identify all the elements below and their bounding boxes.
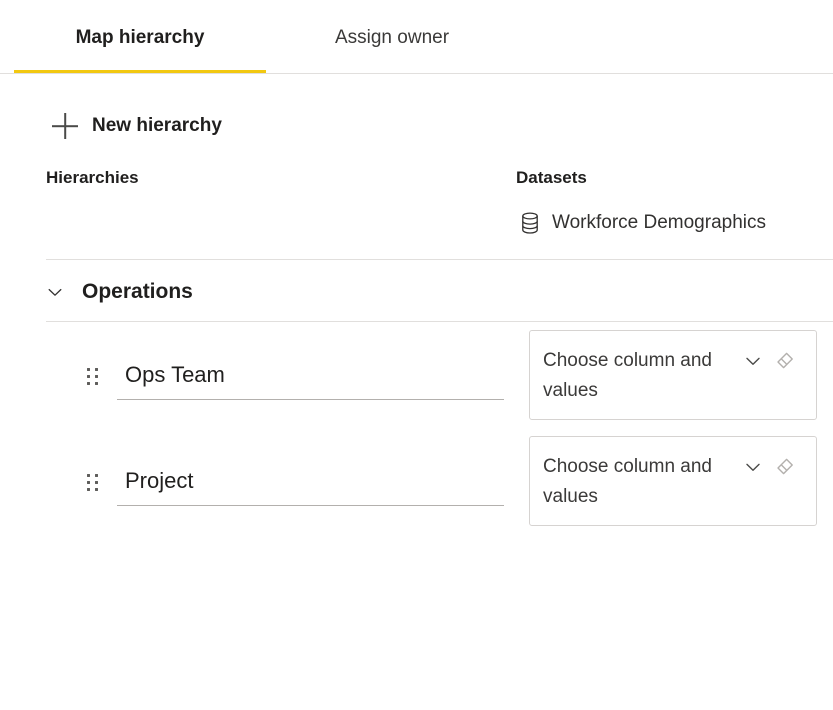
chevron-down-icon — [46, 283, 64, 301]
choose-column-and-values-label: Choose column and values — [543, 346, 758, 406]
drag-handle-icon[interactable] — [87, 368, 98, 385]
chevron-down-icon[interactable] — [743, 457, 763, 477]
group-divider-top — [46, 259, 833, 260]
database-icon — [520, 212, 540, 234]
hierarchy-level-row: Choose column and values — [0, 436, 833, 532]
dataset-name: Workforce Demographics — [552, 212, 766, 234]
group-divider-bottom — [46, 321, 833, 322]
hierarchy-group-label: Operations — [82, 280, 193, 304]
tab-map-hierarchy[interactable]: Map hierarchy — [14, 0, 266, 74]
tab-bar: Map hierarchy Assign owner — [0, 0, 833, 74]
plus-icon — [52, 113, 78, 139]
chevron-down-icon[interactable] — [743, 351, 763, 371]
choose-column-and-values-label: Choose column and values — [543, 452, 758, 512]
eraser-icon[interactable] — [772, 455, 796, 479]
eraser-icon[interactable] — [772, 349, 796, 373]
hierarchies-column-header: Hierarchies — [46, 168, 139, 188]
hierarchy-group-operations[interactable]: Operations — [46, 272, 193, 312]
new-hierarchy-button[interactable]: New hierarchy — [52, 106, 222, 146]
dataset-item[interactable]: Workforce Demographics — [520, 212, 766, 234]
level-name-input[interactable] — [117, 354, 504, 400]
level-name-input[interactable] — [117, 460, 504, 506]
tab-assign-owner-label: Assign owner — [335, 28, 449, 47]
datasets-column-header: Datasets — [516, 168, 587, 188]
choose-column-and-values-picker[interactable]: Choose column and values — [529, 436, 817, 526]
tab-assign-owner[interactable]: Assign owner — [280, 0, 504, 74]
tab-map-hierarchy-label: Map hierarchy — [76, 28, 205, 47]
hierarchy-level-row: Choose column and values — [0, 330, 833, 426]
new-hierarchy-label: New hierarchy — [92, 115, 222, 137]
drag-handle-icon[interactable] — [87, 474, 98, 491]
tab-bar-divider — [0, 73, 833, 74]
choose-column-and-values-picker[interactable]: Choose column and values — [529, 330, 817, 420]
